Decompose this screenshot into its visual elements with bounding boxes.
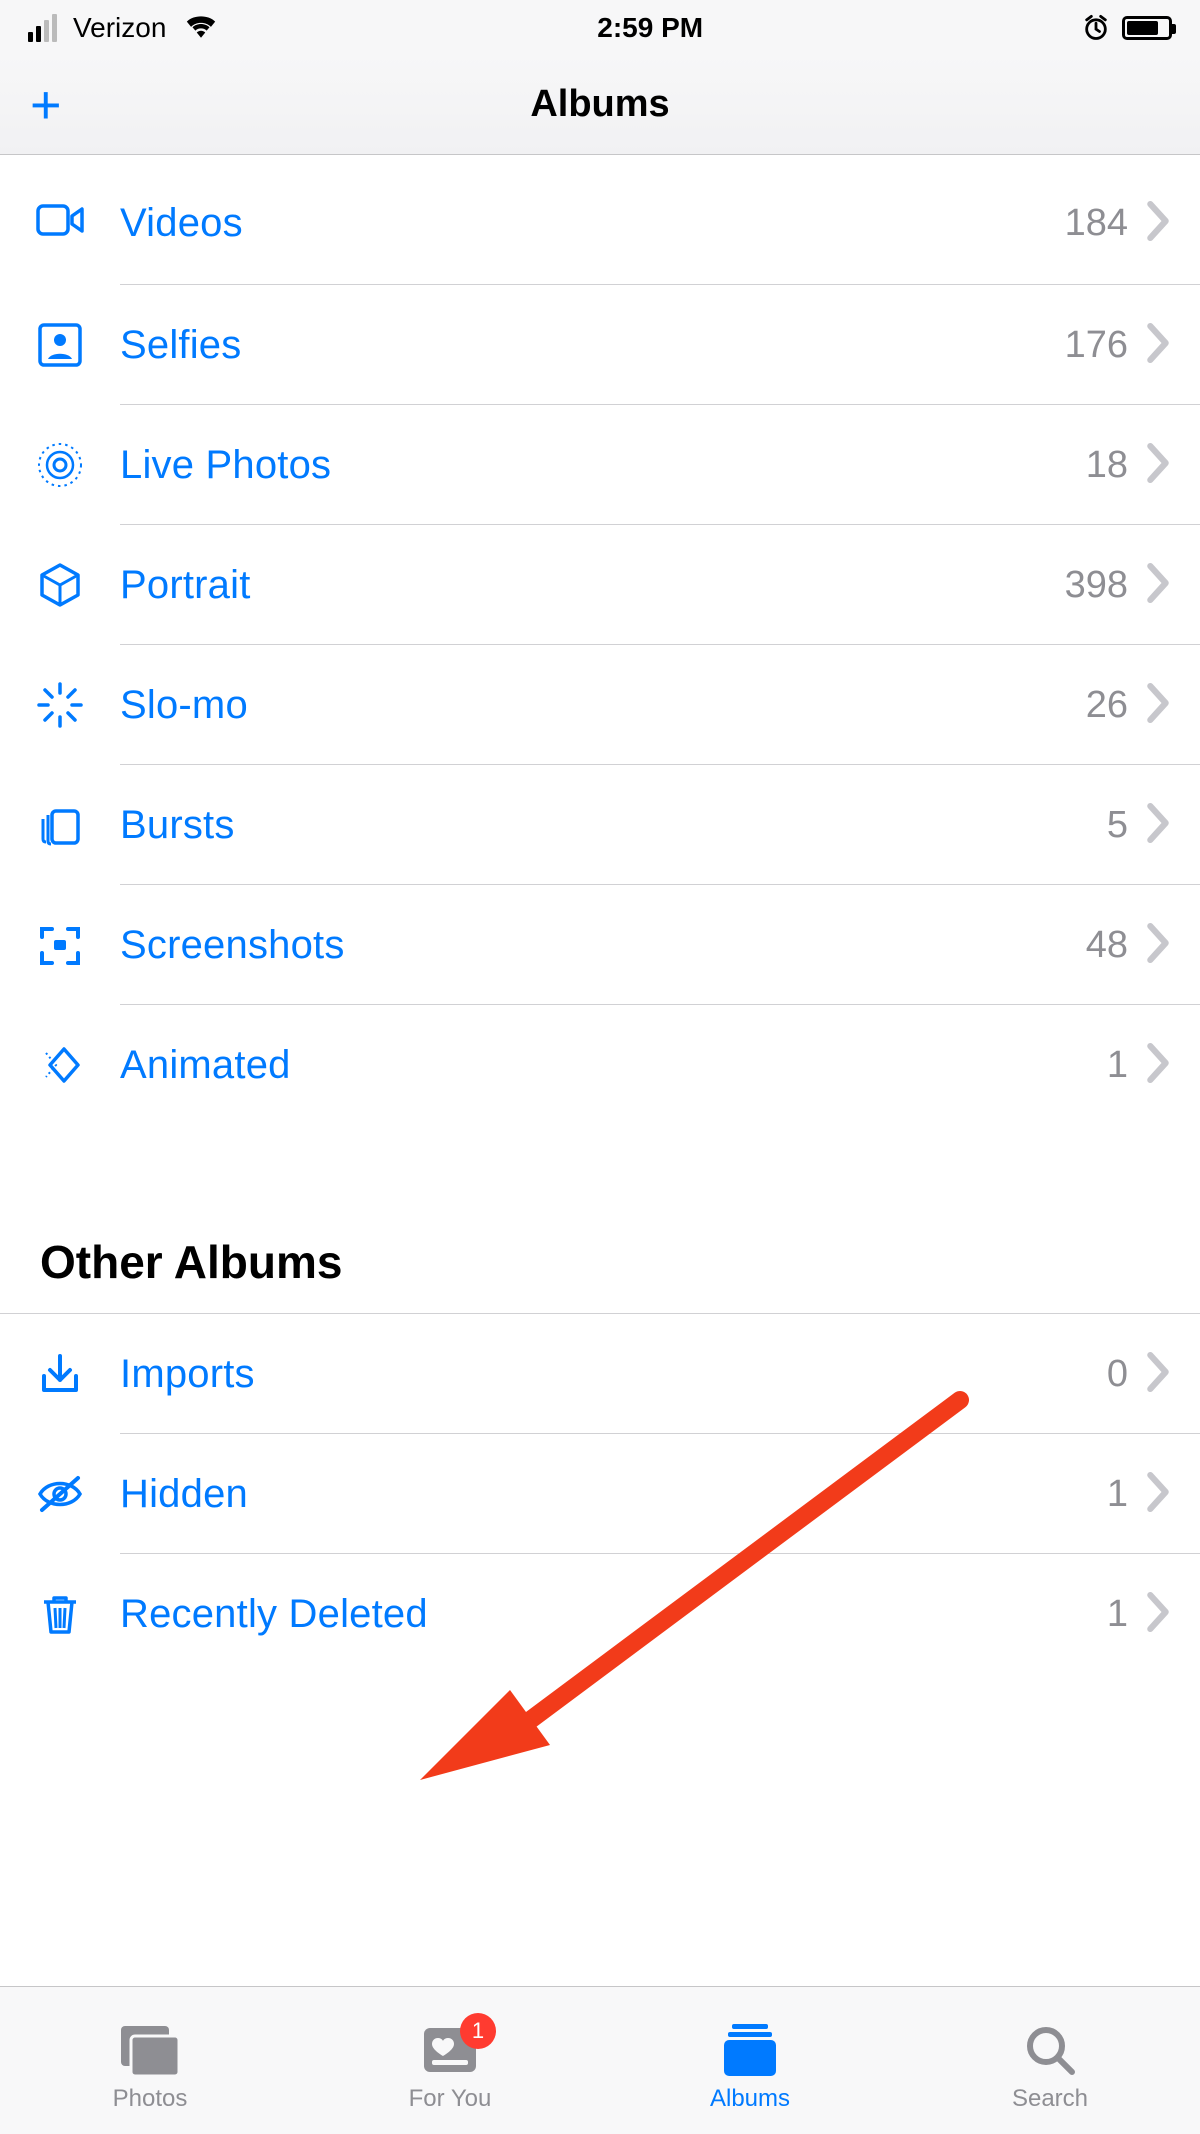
search-tab-icon [1022, 2021, 1078, 2079]
status-left: Verizon [28, 12, 218, 44]
for-you-tab-icon: 1 [420, 2021, 480, 2079]
selfies-icon [30, 315, 90, 375]
chevron-right-icon [1146, 803, 1170, 848]
tab-photos[interactable]: Photos [0, 1987, 300, 2134]
row-label: Live Photos [120, 443, 1086, 488]
row-count: 176 [1065, 324, 1128, 367]
recently-deleted-row[interactable]: Recently Deleted 1 [0, 1554, 1200, 1674]
status-time: 2:59 PM [597, 12, 703, 44]
for-you-badge: 1 [460, 2013, 496, 2049]
animated-row[interactable]: Animated 1 [0, 1005, 1200, 1125]
wifi-icon [184, 12, 218, 43]
other-albums-header: Other Albums [0, 1125, 1200, 1314]
row-label: Recently Deleted [120, 1592, 1107, 1637]
portrait-icon [30, 555, 90, 615]
row-label: Hidden [120, 1472, 1107, 1517]
row-count: 0 [1107, 1353, 1128, 1396]
status-right [1082, 14, 1172, 42]
animated-icon [30, 1035, 90, 1095]
tab-label: For You [409, 2085, 492, 2113]
chevron-right-icon [1146, 323, 1170, 368]
alarm-icon [1082, 14, 1110, 42]
bursts-icon [30, 795, 90, 855]
chevron-right-icon [1146, 1592, 1170, 1637]
slomo-row[interactable]: Slo-mo 26 [0, 645, 1200, 765]
row-count: 398 [1065, 564, 1128, 607]
row-count: 5 [1107, 804, 1128, 847]
row-label: Animated [120, 1043, 1107, 1088]
other-albums-list: Imports 0 Hidden 1 Recently Deleted 1 [0, 1314, 1200, 1674]
chevron-right-icon [1146, 1043, 1170, 1088]
chevron-right-icon [1146, 1352, 1170, 1397]
row-label: Slo-mo [120, 683, 1086, 728]
chevron-right-icon [1146, 923, 1170, 968]
bursts-row[interactable]: Bursts 5 [0, 765, 1200, 885]
screenshots-row[interactable]: Screenshots 48 [0, 885, 1200, 1005]
tab-albums[interactable]: Albums [600, 1987, 900, 2134]
portrait-row[interactable]: Portrait 398 [0, 525, 1200, 645]
live-photos-icon [30, 435, 90, 495]
chevron-right-icon [1146, 563, 1170, 608]
row-count: 1 [1107, 1044, 1128, 1087]
row-label: Selfies [120, 323, 1065, 368]
content-scroll[interactable]: Videos 184 Selfies 176 Live Photos 18 [0, 155, 1200, 1674]
row-count: 1 [1107, 1473, 1128, 1516]
videos-icon [30, 190, 90, 250]
row-count: 1 [1107, 1593, 1128, 1636]
row-label: Videos [120, 201, 1065, 246]
tab-label: Search [1012, 2085, 1088, 2113]
imports-row[interactable]: Imports 0 [0, 1314, 1200, 1434]
media-types-list: Videos 184 Selfies 176 Live Photos 18 [0, 155, 1200, 1125]
row-label: Screenshots [120, 923, 1086, 968]
status-bar: Verizon 2:59 PM [0, 0, 1200, 55]
chevron-right-icon [1146, 683, 1170, 728]
chevron-right-icon [1146, 201, 1170, 246]
tab-search[interactable]: Search [900, 1987, 1200, 2134]
row-label: Portrait [120, 563, 1065, 608]
carrier-label: Verizon [73, 12, 166, 44]
albums-tab-icon [718, 2021, 782, 2079]
slomo-icon [30, 675, 90, 735]
row-count: 18 [1086, 444, 1128, 487]
tab-for-you[interactable]: 1 For You [300, 1987, 600, 2134]
tab-bar: Photos 1 For You Albums Search [0, 1986, 1200, 2134]
nav-bar: + Albums [0, 55, 1200, 155]
tab-label: Photos [113, 2085, 188, 2113]
row-count: 26 [1086, 684, 1128, 727]
photos-tab-icon [117, 2021, 183, 2079]
battery-icon [1122, 16, 1172, 40]
page-title: Albums [530, 83, 669, 126]
chevron-right-icon [1146, 443, 1170, 488]
videos-row[interactable]: Videos 184 [0, 155, 1200, 285]
hidden-icon [30, 1464, 90, 1524]
chevron-right-icon [1146, 1472, 1170, 1517]
hidden-row[interactable]: Hidden 1 [0, 1434, 1200, 1554]
selfies-row[interactable]: Selfies 176 [0, 285, 1200, 405]
screenshots-icon [30, 915, 90, 975]
live-photos-row[interactable]: Live Photos 18 [0, 405, 1200, 525]
row-label: Imports [120, 1352, 1107, 1397]
cellular-signal-icon [28, 14, 57, 42]
row-count: 184 [1065, 202, 1128, 245]
row-label: Bursts [120, 803, 1107, 848]
recently-deleted-icon [30, 1584, 90, 1644]
tab-label: Albums [710, 2085, 790, 2113]
row-count: 48 [1086, 924, 1128, 967]
imports-icon [30, 1344, 90, 1404]
add-album-button[interactable]: + [30, 78, 62, 132]
